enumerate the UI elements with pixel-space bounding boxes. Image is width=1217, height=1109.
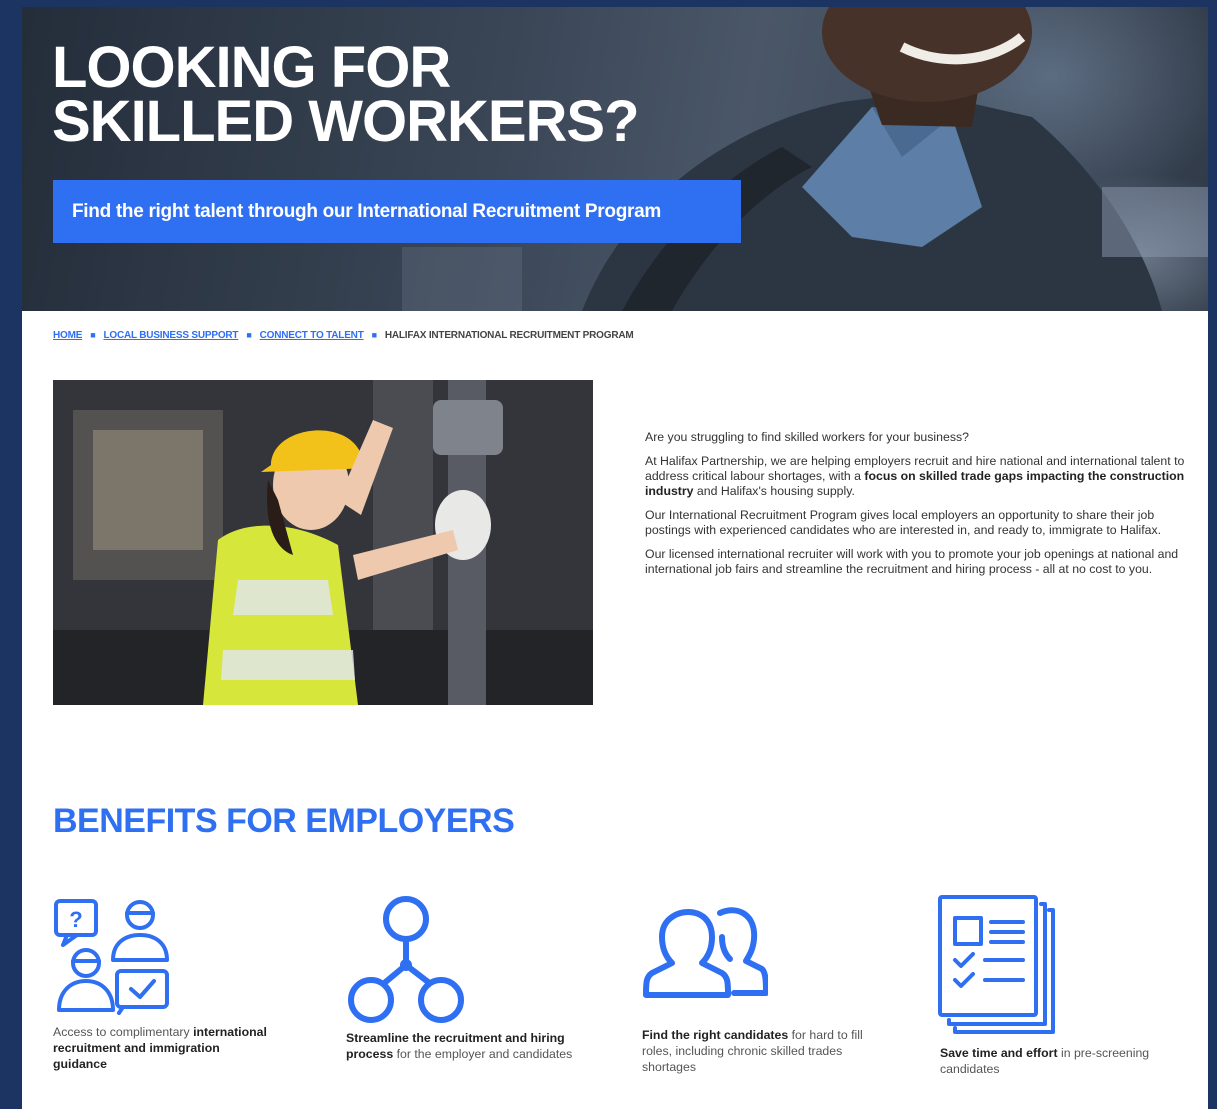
checklist-icon — [938, 895, 1055, 1034]
intro-paragraph: At Halifax Partnership, we are helping e… — [645, 454, 1185, 499]
intro-text: Are you struggling to find skilled worke… — [645, 430, 1185, 586]
intro-question: Are you struggling to find skilled worke… — [645, 430, 969, 444]
breadcrumb-connect-to-talent[interactable]: CONNECT TO TALENT — [260, 330, 364, 341]
breadcrumb-local-business-support[interactable]: LOCAL BUSINESS SUPPORT — [103, 330, 238, 341]
benefit-bold-text: Find the right candidates — [642, 1028, 789, 1042]
breadcrumb-separator: ■ — [371, 330, 377, 340]
recruitment-program-button[interactable]: Find the right talent through our Intern… — [53, 180, 741, 243]
benefit-item — [346, 895, 470, 1025]
benefit-item: ? — [53, 895, 173, 1015]
benefit-item — [642, 903, 768, 999]
benefit-text-span: for the employer and candidates — [393, 1047, 573, 1061]
worker-photo — [53, 380, 593, 705]
intro-paragraph: Our International Recruitment Program gi… — [645, 508, 1162, 537]
intro-paragraph: Our licensed international recruiter wil… — [645, 547, 1179, 576]
breadcrumb-separator: ■ — [90, 330, 96, 340]
hero-title: LOOKING FOR SKILLED WORKERS? — [52, 35, 640, 154]
hero-title-line2: SKILLED WORKERS? — [52, 89, 640, 154]
consultation-icon: ? — [54, 899, 169, 1015]
hero-title-line1: LOOKING FOR — [52, 35, 451, 100]
breadcrumb-home[interactable]: HOME — [53, 330, 82, 341]
breadcrumb: HOME ■ LOCAL BUSINESS SUPPORT ■ CONNECT … — [53, 327, 634, 343]
benefit-text: Streamline the recruitment and hiring pr… — [346, 1030, 596, 1062]
benefits-title: BENEFITS FOR EMPLOYERS — [53, 802, 515, 840]
people-icon — [643, 907, 768, 998]
breadcrumb-current-page: HALIFAX INTERNATIONAL RECRUITMENT PROGRA… — [384, 329, 634, 341]
intro-text-span: and Halifax's housing supply. — [693, 484, 855, 498]
breadcrumb-separator: ■ — [246, 330, 252, 340]
benefit-text: Access to complimentary international re… — [53, 1024, 273, 1072]
benefit-text: Find the right candidates for hard to fi… — [642, 1027, 892, 1075]
page: LOOKING FOR SKILLED WORKERS? Find the ri… — [22, 7, 1208, 1109]
benefit-text: Save time and effort in pre-screening ca… — [940, 1045, 1170, 1077]
worker-photo-illustration — [53, 380, 593, 705]
hero-banner: LOOKING FOR SKILLED WORKERS? Find the ri… — [22, 7, 1208, 311]
benefit-item — [937, 894, 1061, 1036]
svg-text:?: ? — [69, 907, 82, 932]
benefit-text-span: Access to complimentary — [53, 1025, 194, 1039]
network-icon — [348, 896, 464, 1023]
benefit-bold-text: Save time and effort — [940, 1046, 1058, 1060]
